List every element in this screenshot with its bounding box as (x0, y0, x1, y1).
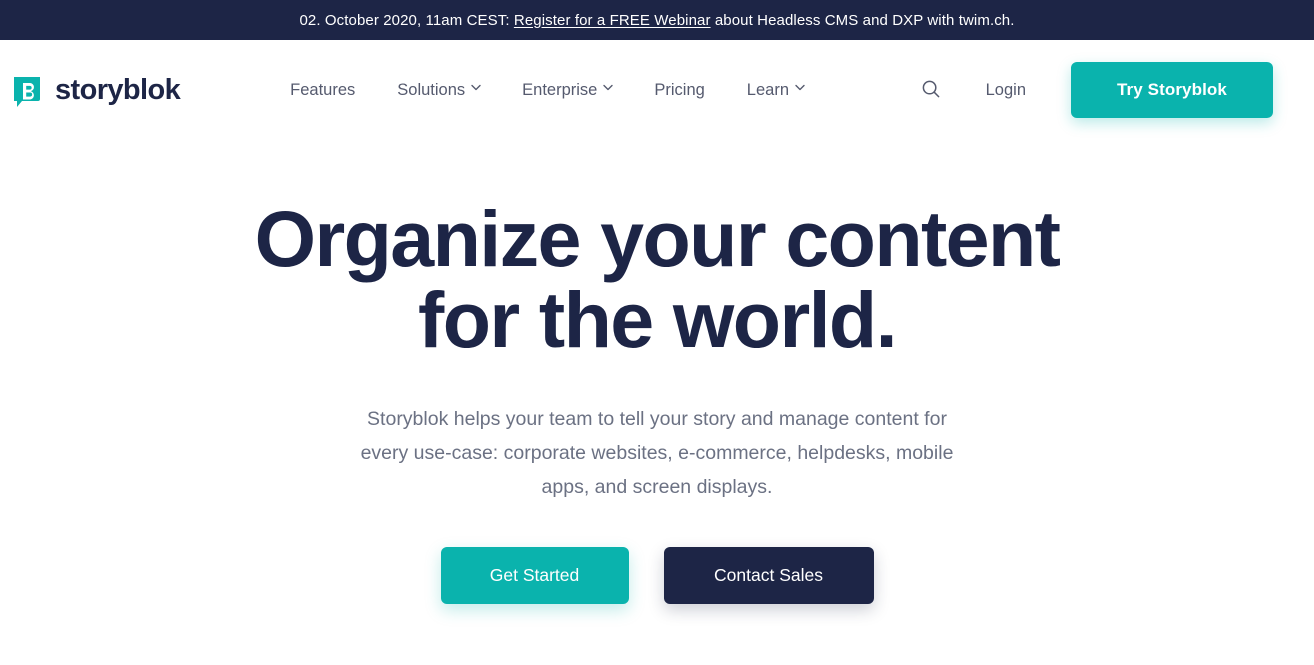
hero-title-line-1: Organize your content (254, 194, 1061, 283)
nav-label-enterprise: Enterprise (522, 80, 598, 99)
hero-subtitle: Storyblok helps your team to tell your s… (360, 407, 954, 498)
nav-item-solutions[interactable]: Solutions (397, 80, 481, 99)
nav-item-enterprise[interactable]: Enterprise (522, 80, 614, 99)
chevron-down-icon (471, 84, 481, 93)
nav-item-learn[interactable]: Learn (746, 80, 805, 99)
announcement-suffix: about Headless CMS and DXP with twim.ch. (710, 11, 1015, 29)
page-root: 02. October 2020, 11am CEST: Register fo… (0, 0, 1314, 665)
announcement-banner: 02. October 2020, 11am CEST: Register fo… (0, 0, 1314, 40)
hero-title-line-2: for the world. (418, 275, 898, 365)
try-storyblok-button[interactable]: Try Storyblok (1071, 62, 1273, 118)
header-actions: Login Try Storyblok (914, 62, 1273, 118)
hero-cta-group: Get Started Contact Sales (0, 546, 1314, 604)
announcement-prefix: 02. October 2020, 11am CEST: (299, 11, 514, 29)
search-icon (921, 79, 941, 102)
page-title: Organize your content for the world. (207, 198, 1107, 361)
main-navigation: Features Solutions Enterprise Pricing Le… (290, 80, 805, 99)
site-header: storyblok Features Solutions Enterprise … (0, 40, 1314, 140)
brand-logo[interactable]: storyblok (12, 73, 181, 107)
brand-wordmark: storyblok (55, 73, 181, 106)
storyblok-bubble-icon (12, 75, 42, 107)
nav-label-pricing: Pricing (654, 80, 705, 99)
search-button[interactable] (914, 73, 948, 107)
hero-section: Organize your content for the world. Sto… (0, 140, 1314, 604)
chevron-down-icon (603, 84, 614, 93)
announcement-link[interactable]: Register for a FREE Webinar (514, 12, 711, 29)
nav-label-learn: Learn (746, 80, 789, 99)
announcement-text: 02. October 2020, 11am CEST: Register fo… (299, 13, 1014, 28)
nav-item-features[interactable]: Features (290, 82, 355, 99)
chevron-down-icon (795, 84, 805, 93)
nav-label-features: Features (290, 80, 356, 99)
nav-label-solutions: Solutions (397, 80, 466, 99)
nav-item-pricing[interactable]: Pricing (654, 82, 704, 99)
contact-sales-button[interactable]: Contact Sales (663, 546, 874, 604)
get-started-button[interactable]: Get Started (440, 546, 629, 604)
login-link[interactable]: Login (986, 82, 1026, 99)
